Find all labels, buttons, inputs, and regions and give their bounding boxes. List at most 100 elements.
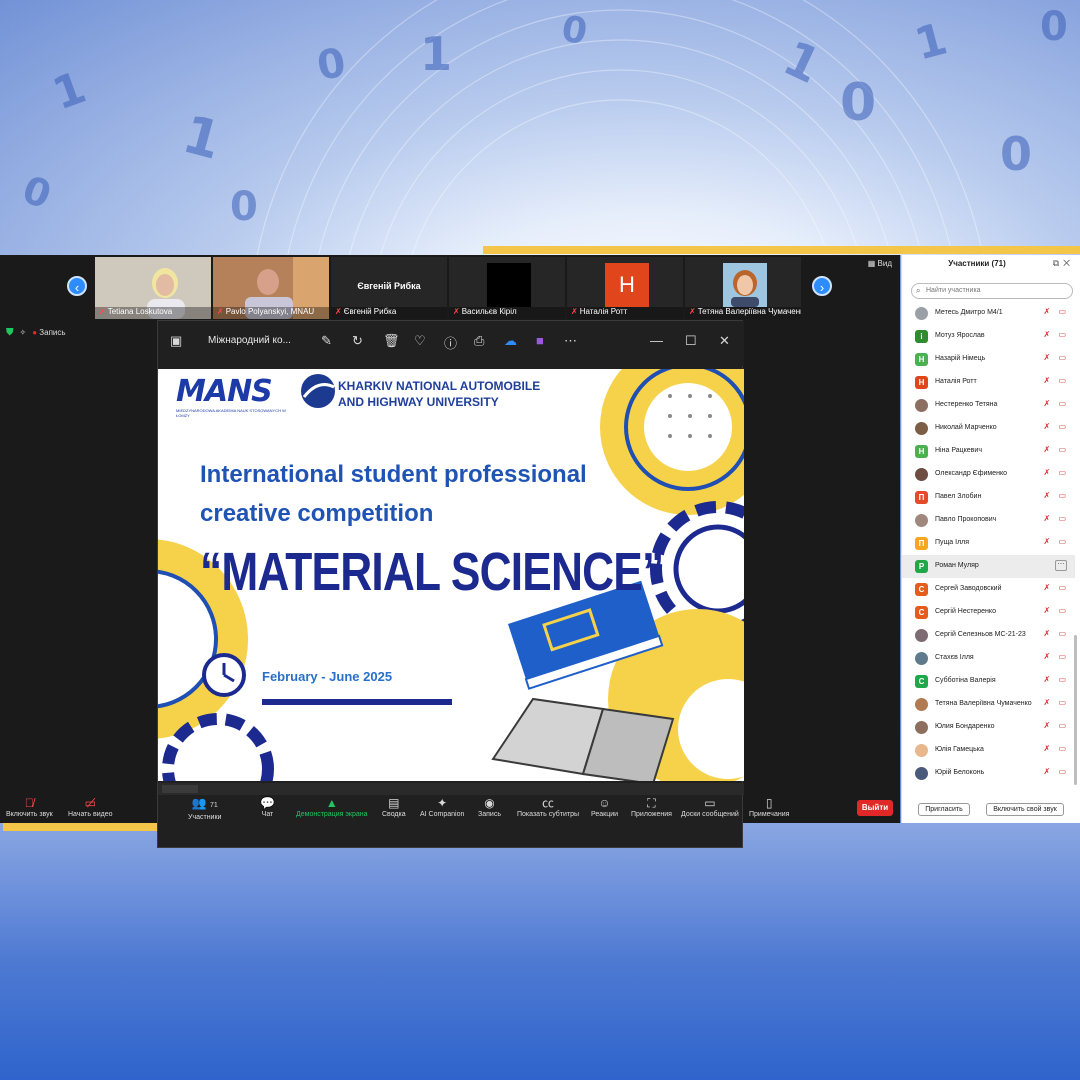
participant-row[interactable]: Стахєв Ілля ✗ ▭ xyxy=(902,647,1075,670)
participant-row[interactable]: Тетяна Валеріївна Чумаченко ✗ ▭ xyxy=(902,693,1075,716)
strip-prev-button[interactable]: ‹ xyxy=(67,276,87,296)
video-tile[interactable]: ✗ Васильєв Кіріл xyxy=(449,257,565,319)
video-tile[interactable]: Євгеній Рибка ✗ Євгеній Рибка xyxy=(331,257,447,319)
summary-label: Сводка xyxy=(382,811,406,818)
captions-icon: ㏄ xyxy=(542,796,555,810)
participant-row[interactable]: Сергій Селезньов МС-21-23 ✗ ▭ xyxy=(902,624,1075,647)
info-icon[interactable]: ⓘ xyxy=(444,333,457,352)
participant-photo-avatar xyxy=(915,698,928,711)
apps-button[interactable]: ⛶ Приложения xyxy=(631,795,672,818)
more-options-icon[interactable]: ⋯ xyxy=(1055,560,1067,571)
more-icon[interactable]: ⋯ xyxy=(564,333,577,349)
tile-name: ✗ Тетяна Валеріївна Чумаченко xyxy=(685,307,801,319)
slide-heading-line1: International student professional xyxy=(200,461,587,488)
participant-name: Сергій Селезньов МС-21-23 xyxy=(935,631,1026,638)
muted-status-icons: ✗ ▭ xyxy=(1043,583,1069,592)
reactions-button[interactable]: ☺ Реакции xyxy=(591,795,618,818)
participant-row[interactable]: Р Роман Муляр ⋯ xyxy=(902,555,1075,578)
participant-row[interactable]: і Мотуз Ярослав ✗ ▭ xyxy=(902,325,1075,348)
participant-row[interactable]: П Павел Злобин ✗ ▭ xyxy=(902,486,1075,509)
share-screen-label: Демонстрация экрана xyxy=(296,811,368,818)
participant-row[interactable]: Метесь Дмитро М4/1 ✗ ▭ xyxy=(902,302,1075,325)
participant-name: Николай Марченко xyxy=(935,424,997,431)
minimize-icon[interactable]: — xyxy=(650,333,663,348)
start-video-button[interactable]: ▭̸ Начать видео xyxy=(68,795,112,818)
tile-name-text: Наталія Ротт xyxy=(579,307,628,316)
participants-button[interactable]: 👥 71 Участники xyxy=(188,795,221,821)
svg-text:0: 0 xyxy=(17,167,57,217)
participant-name: Павло Прокопович xyxy=(935,516,997,523)
maximize-icon[interactable]: ☐ xyxy=(685,333,697,349)
participant-name: Олександр Єфименко xyxy=(935,470,1007,477)
participant-row[interactable]: С Сергей Заводовский ✗ ▭ xyxy=(902,578,1075,601)
background-bottom xyxy=(0,823,1080,1080)
video-tile[interactable]: ✗ Tetiana Loskutova xyxy=(95,257,211,319)
popout-icon[interactable]: ⧉ xyxy=(1053,258,1063,268)
video-tile[interactable]: Н ✗ Наталія Ротт xyxy=(567,257,683,319)
notes-icon: ▯ xyxy=(765,796,773,810)
favorite-icon[interactable]: ♡ xyxy=(414,333,426,349)
close-icon[interactable]: ✕ xyxy=(1063,258,1074,268)
shared-screen-window: ▣ Міжнародний ко... ✎ ↻ 🗑 ♡ ⓘ ⎙ ☁ ■ ⋯ — … xyxy=(157,320,744,848)
participant-search-input[interactable]: ⌕ Найти участника xyxy=(911,283,1073,299)
record-button[interactable]: ◉ Запись xyxy=(478,795,501,818)
participant-name: Метесь Дмитро М4/1 xyxy=(935,309,1003,316)
start-video-label: Начать видео xyxy=(68,811,113,818)
notes-button[interactable]: ▯ Примечания xyxy=(749,795,789,818)
unmute-self-button[interactable]: Включить свой звук xyxy=(986,803,1064,816)
recording-indicator[interactable]: ● Запись xyxy=(32,328,65,337)
unmute-button[interactable]: 🎙̸ Включить звук xyxy=(6,795,53,818)
view-button[interactable]: ▦ Вид xyxy=(868,259,892,268)
whiteboard-icon: ▭ xyxy=(704,796,716,810)
participant-name: Ніна Рацкевич xyxy=(935,447,982,454)
share-screen-button[interactable]: ▲ Демонстрация экрана xyxy=(296,795,368,818)
participant-row[interactable]: С Сергій Нестеренко ✗ ▭ xyxy=(902,601,1075,624)
slide-main-title: “MATERIAL SCIENCE” xyxy=(200,542,664,602)
close-icon[interactable]: ✕ xyxy=(719,333,730,349)
clipchamp-icon[interactable]: ■ xyxy=(536,333,544,348)
ai-companion-label: AI Companion xyxy=(420,811,465,818)
search-placeholder: Найти участника xyxy=(926,287,981,294)
participant-row[interactable]: Юрій Белоконь ✗ ▭ xyxy=(902,762,1075,785)
whiteboards-button[interactable]: ▭ Доски сообщений xyxy=(681,795,739,818)
rotate-icon[interactable]: ↻ xyxy=(352,333,363,349)
mic-muted-icon: ✗ xyxy=(453,307,460,316)
mic-muted-icon: ✗ xyxy=(217,307,224,316)
photo-avatar xyxy=(723,263,767,307)
invite-button[interactable]: Пригласить xyxy=(918,803,970,816)
participant-row[interactable]: Н Ніна Рацкевич ✗ ▭ xyxy=(902,440,1075,463)
panel-title: Участники (71) xyxy=(948,259,1006,268)
mic-muted-icon: ✗ xyxy=(335,307,342,316)
participant-row[interactable]: Николай Марченко ✗ ▭ xyxy=(902,417,1075,440)
ai-companion-button[interactable]: ✦ AI Companion xyxy=(420,795,464,818)
background-binary-art: 1 1 0 1 0 1 0 1 0 0 0 0 xyxy=(0,0,1080,255)
participant-row[interactable]: С Субботіна Валерія ✗ ▭ xyxy=(902,670,1075,693)
reactions-label: Реакции xyxy=(591,811,619,818)
muted-status-icons: ✗ ▭ xyxy=(1043,491,1069,500)
captions-button[interactable]: ㏄ Показать субтитры xyxy=(517,795,579,818)
participant-row[interactable]: П Пуща Ілля ✗ ▭ xyxy=(902,532,1075,555)
participant-photo-avatar xyxy=(915,744,928,757)
print-icon[interactable]: ⎙ xyxy=(474,333,484,349)
onedrive-icon[interactable]: ☁ xyxy=(504,333,517,349)
mans-logo-subtitle: MIEDZYNARODOWA AKADEMIA NAUK STOSOWANYCH… xyxy=(176,408,286,418)
participant-row[interactable]: Нестеренко Тетяна ✗ ▭ xyxy=(902,394,1075,417)
participant-row[interactable]: Олександр Єфименко ✗ ▭ xyxy=(902,463,1075,486)
participant-row[interactable]: Юлия Бондаренко ✗ ▭ xyxy=(902,716,1075,739)
edit-icon[interactable]: ✎ xyxy=(321,333,332,349)
summary-button[interactable]: ▤ Сводка xyxy=(382,795,406,818)
participant-row[interactable]: Н Назарій Німець ✗ ▭ xyxy=(902,348,1075,371)
participant-row[interactable]: Н Наталія Ротт ✗ ▭ xyxy=(902,371,1075,394)
video-tile[interactable]: ✗ Тетяна Валеріївна Чумаченко xyxy=(685,257,801,319)
participant-photo-avatar xyxy=(915,422,928,435)
leave-button[interactable]: Выйти xyxy=(857,800,893,816)
strip-next-button[interactable]: › xyxy=(812,276,832,296)
thumbnail-scroller[interactable] xyxy=(162,785,198,793)
chat-button[interactable]: 💬 Чат xyxy=(260,795,275,818)
video-tile[interactable]: ✗ Pavlo Polyanskyi, MNAU xyxy=(213,257,329,319)
panel-controls: ⧉✕ xyxy=(1053,258,1074,269)
participant-row[interactable]: Юлія Гамецька ✗ ▭ xyxy=(902,739,1075,762)
scrollbar[interactable] xyxy=(1074,635,1077,785)
participant-row[interactable]: Павло Прокопович ✗ ▭ xyxy=(902,509,1075,532)
delete-icon[interactable]: 🗑 xyxy=(383,333,400,349)
